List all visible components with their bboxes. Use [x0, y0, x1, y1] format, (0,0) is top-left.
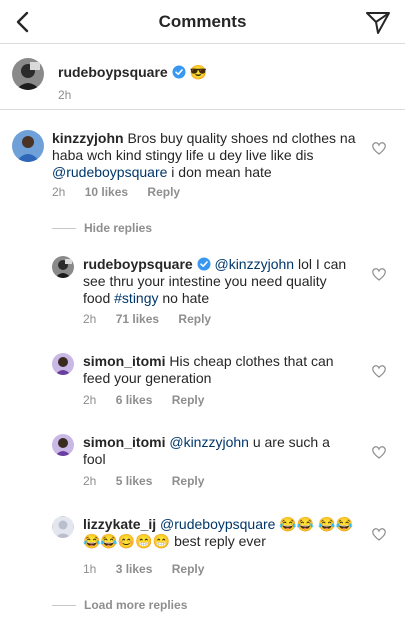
verified-badge-icon [197, 257, 211, 271]
likes-count[interactable]: 3 likes [116, 562, 153, 576]
comment-text: kinzzyjohn Bros buy quality shoes nd clo… [52, 130, 372, 181]
caption-emoji: 😎 [189, 64, 207, 80]
comment-body-tail: i don mean hate [167, 164, 272, 180]
reply-username[interactable]: simon_itomi [83, 434, 165, 450]
load-more-label: Load more replies [84, 598, 188, 612]
comment-username[interactable]: kinzzyjohn [52, 130, 124, 146]
hashtag-link[interactable]: #stingy [114, 290, 158, 306]
load-more-replies-button[interactable]: Load more replies [52, 598, 187, 612]
heart-outline-icon[interactable] [372, 528, 386, 541]
avatar[interactable] [12, 130, 44, 162]
reply-meta: 2h 6 likes Reply [83, 393, 220, 407]
avatar[interactable] [52, 434, 74, 456]
comment-meta: 2h 10 likes Reply [52, 185, 196, 199]
mention-link[interactable]: @kinzzyjohn [169, 434, 249, 450]
avatar[interactable] [52, 256, 74, 278]
reply-button[interactable]: Reply [147, 185, 180, 199]
reply-text: simon_itomi @kinzzyjohn u are such a foo… [83, 434, 355, 468]
reply-body: best reply ever [174, 533, 266, 549]
reply-username[interactable]: lizzykate_ij [83, 516, 156, 532]
reply-text: rudeboypsquare @kinzzyjohn lol I can see… [83, 256, 355, 307]
likes-count[interactable]: 5 likes [116, 474, 153, 488]
reply-time: 2h [83, 474, 97, 488]
reply-button[interactable]: Reply [172, 474, 205, 488]
mention-link[interactable]: @kinzzyjohn [214, 256, 294, 272]
reply-time: 1h [83, 562, 97, 576]
divider-line [52, 605, 76, 607]
heart-outline-icon[interactable] [372, 268, 386, 281]
likes-count[interactable]: 6 likes [116, 393, 153, 407]
top-bar: Comments [0, 0, 405, 44]
avatar[interactable] [52, 353, 74, 375]
reply-meta: 1h 3 likes Reply [83, 562, 220, 576]
hide-replies-label: Hide replies [84, 221, 153, 235]
hide-replies-button[interactable]: Hide replies [52, 221, 152, 235]
likes-count[interactable]: 71 likes [116, 312, 159, 326]
likes-count[interactable]: 10 likes [85, 185, 128, 199]
verified-badge-icon [172, 65, 186, 79]
mention-link[interactable]: @rudeboypsquare [160, 516, 275, 532]
avatar[interactable] [52, 516, 74, 538]
caption-time: 2h [58, 88, 72, 102]
reply-button[interactable]: Reply [172, 562, 205, 576]
caption-meta: 2h [58, 88, 87, 102]
heart-outline-icon[interactable] [372, 365, 386, 378]
heart-outline-icon[interactable] [372, 142, 386, 155]
comment-time: 2h [52, 185, 66, 199]
reply-body-tail: no hate [158, 290, 210, 306]
reply-meta: 2h 71 likes Reply [83, 312, 227, 326]
caption-text: rudeboypsquare 😎 [58, 64, 378, 81]
reply-emojis: 😂😂 [279, 516, 315, 532]
caption-username[interactable]: rudeboypsquare [58, 64, 168, 80]
reply-text: lizzykate_ij @rudeboypsquare 😂😂 😂😂😂😂😊😁😁 … [83, 516, 355, 550]
page-title: Comments [158, 12, 247, 31]
avatar[interactable] [12, 58, 44, 90]
reply-username[interactable]: simon_itomi [83, 353, 165, 369]
reply-username[interactable]: rudeboypsquare [83, 256, 193, 272]
reply-text: simon_itomi His cheap clothes that can f… [83, 353, 355, 387]
paper-plane-icon[interactable] [365, 10, 391, 36]
reply-time: 2h [83, 393, 97, 407]
reply-button[interactable]: Reply [178, 312, 211, 326]
reply-time: 2h [83, 312, 97, 326]
post-caption: rudeboypsquare 😎 2h [0, 44, 405, 110]
reply-button[interactable]: Reply [172, 393, 205, 407]
divider-line [52, 228, 76, 230]
mention-link[interactable]: @rudeboypsquare [52, 164, 167, 180]
heart-outline-icon[interactable] [372, 446, 386, 459]
reply-meta: 2h 5 likes Reply [83, 474, 220, 488]
